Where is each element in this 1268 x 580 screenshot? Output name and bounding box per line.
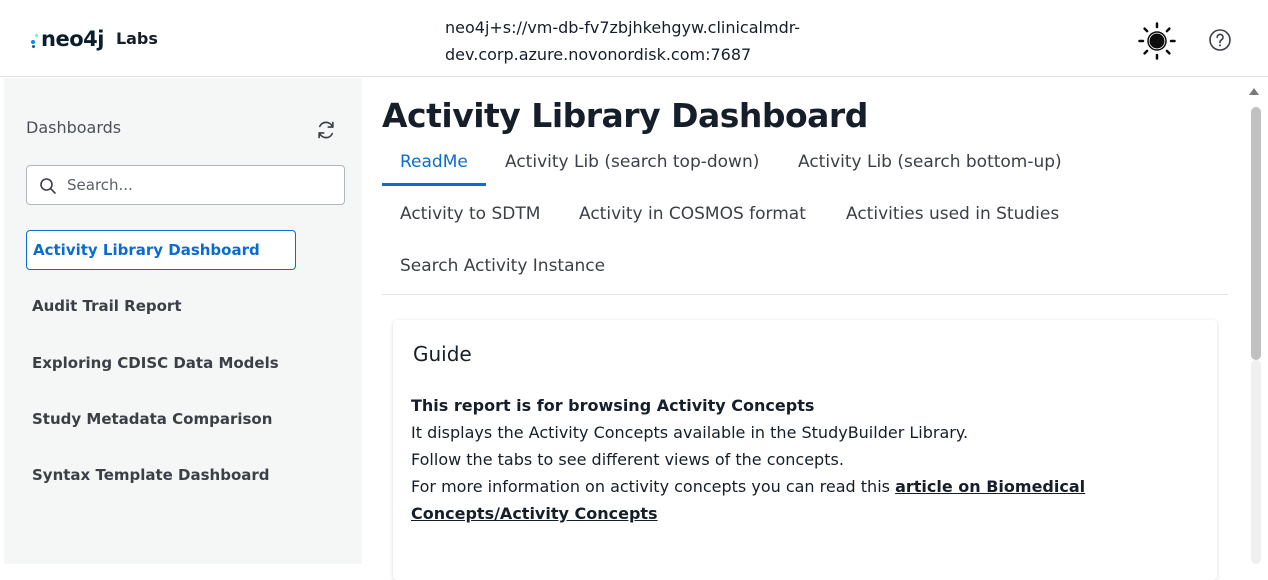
tab-readme[interactable]: ReadMe — [382, 134, 486, 186]
guide-line-1: It displays the Activity Concepts availa… — [411, 423, 969, 442]
tab-activity-to-sdtm[interactable]: Activity to SDTM — [382, 186, 558, 238]
dashboards-sidebar: Dashboards Activity Library Dashboard Au… — [4, 78, 362, 564]
card-body: This report is for browsing Activity Con… — [411, 392, 1191, 527]
tab-activity-lib-top-down[interactable]: Activity Lib (search top-down) — [487, 134, 777, 186]
scroll-thumb[interactable] — [1251, 107, 1261, 360]
theme-toggle-button[interactable] — [1138, 22, 1176, 60]
tab-activity-cosmos[interactable]: Activity in COSMOS format — [561, 186, 824, 238]
card-title: Guide — [413, 342, 472, 366]
help-circle-icon — [1209, 29, 1231, 51]
tab-activities-in-studies[interactable]: Activities used in Studies — [828, 186, 1077, 238]
refresh-button[interactable] — [315, 119, 337, 141]
connection-url-line1: neo4j+s://vm-db-fv7zbjhkehgyw.clinicalmd… — [445, 18, 801, 37]
logo-labs: Labs — [115, 29, 158, 48]
dashboard-item-audit-trail[interactable]: Audit Trail Report — [26, 286, 296, 326]
logo-dots-icon — [30, 28, 40, 50]
connection-url: neo4j+s://vm-db-fv7zbjhkehgyw.clinicalmd… — [445, 14, 865, 68]
page-title: Activity Library Dashboard — [382, 96, 868, 135]
guide-line-3-prefix: For more information on activity concept… — [411, 477, 896, 496]
dashboard-item-syntax-template[interactable]: Syntax Template Dashboard — [26, 455, 296, 495]
refresh-icon — [318, 121, 334, 139]
logo-word: neo4j — [41, 27, 104, 51]
guide-line-2: Follow the tabs to see different views o… — [411, 450, 844, 469]
guide-card: Guide This report is for browsing Activi… — [393, 320, 1217, 580]
guide-heading: This report is for browsing Activity Con… — [411, 396, 815, 415]
app-header: neo4j Labs neo4j+s://vm-db-fv7zbjhkehgyw… — [0, 0, 1268, 77]
guide-line-3: For more information on activity concept… — [411, 473, 1191, 527]
dashboard-main: Activity Library Dashboard ReadMe Activi… — [362, 78, 1244, 580]
scroll-up-arrow-icon[interactable] — [1249, 88, 1259, 95]
dashboard-item-study-metadata[interactable]: Study Metadata Comparison — [26, 399, 296, 439]
tab-activity-lib-bottom-up[interactable]: Activity Lib (search bottom-up) — [780, 134, 1080, 186]
tab-search-activity-instance[interactable]: Search Activity Instance — [382, 238, 623, 290]
connection-url-line2: dev.corp.azure.novonordisk.com:7687 — [445, 45, 752, 64]
neo4j-labs-logo[interactable]: neo4j Labs — [30, 28, 158, 50]
help-button[interactable] — [1208, 28, 1232, 52]
dashboard-search[interactable] — [26, 165, 345, 205]
dashboard-item-activity-library[interactable]: Activity Library Dashboard — [26, 230, 296, 270]
sidebar-title: Dashboards — [26, 118, 122, 137]
search-input[interactable] — [67, 172, 332, 198]
dashboard-item-cdisc-models[interactable]: Exploring CDISC Data Models — [26, 343, 296, 383]
dashboard-tabs: ReadMe Activity Lib (search top-down) Ac… — [382, 134, 1228, 295]
scroll-track[interactable] — [1251, 360, 1261, 564]
sun-icon — [1138, 22, 1176, 60]
search-icon — [40, 178, 56, 194]
